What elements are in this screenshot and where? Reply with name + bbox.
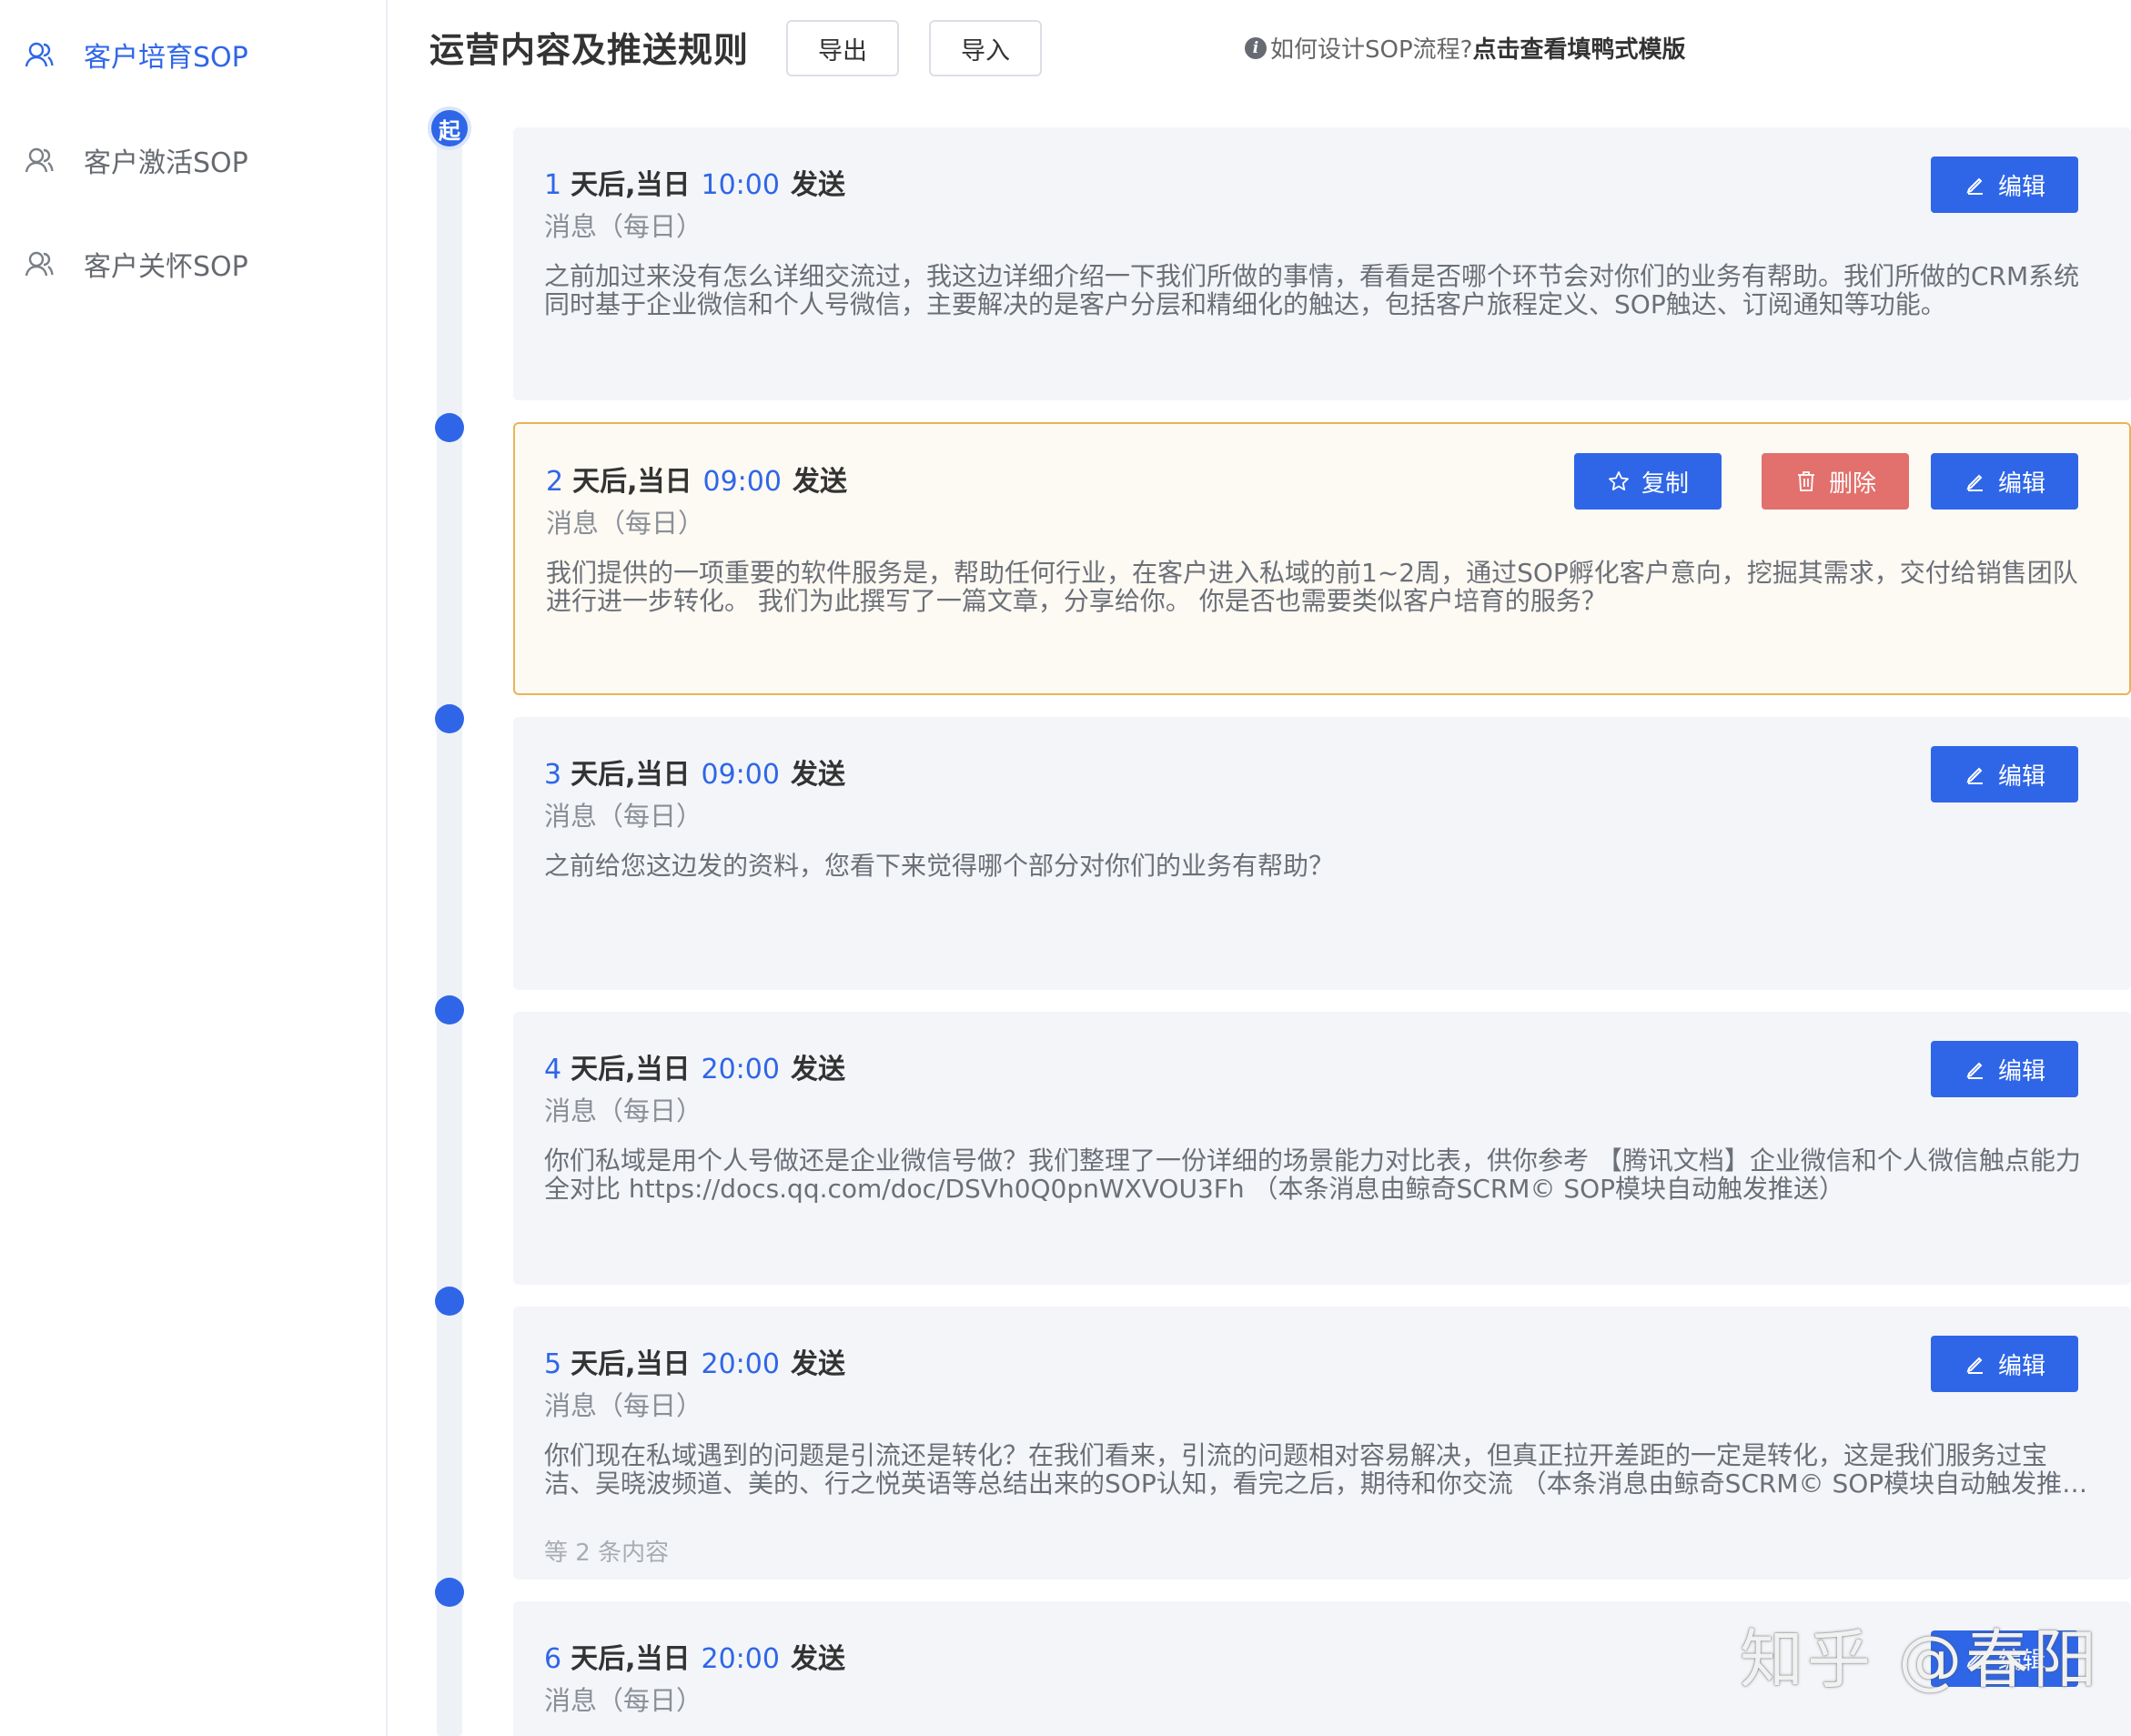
step-message-type: 消息（每日） (544, 211, 703, 242)
timeline-dot (435, 995, 464, 1024)
step-time: 09:00 (701, 759, 780, 791)
page-title: 运营内容及推送规则 (429, 30, 750, 70)
pencil-icon (1964, 469, 1987, 493)
sidebar-item-nurture-sop[interactable]: 客户培育SOP (22, 27, 248, 82)
step-time: 09:00 (702, 466, 782, 498)
step-send-text: 发送 (790, 1054, 845, 1085)
export-button[interactable]: 导出 (786, 20, 899, 76)
step-message-type: 消息（每日） (544, 1095, 703, 1126)
step-content: 你们私域是用个人号做还是企业微信号做？我们整理了一份详细的场景能力对比表，供你参… (544, 1146, 2081, 1203)
import-button[interactable]: 导入 (929, 20, 1042, 76)
delete-button[interactable]: 删除 (1762, 453, 1909, 510)
edit-button[interactable]: 编辑 (1931, 1336, 2078, 1392)
step-day-text: 天后,当日 (571, 1348, 691, 1380)
watermark: 知乎 @春阳 (1740, 1622, 2101, 1697)
trash-icon (1794, 469, 1818, 493)
users-icon (22, 143, 56, 177)
step-schedule: 4 天后,当日 20:00 发送 (544, 1046, 845, 1086)
step-day-text: 天后,当日 (571, 1643, 691, 1675)
hint-text: 如何设计SOP流程? (1270, 36, 1473, 64)
step-day-text: 天后,当日 (571, 759, 691, 791)
step-content: 之前给您这边发的资料，您看下来觉得哪个部分对你们的业务有帮助？ (544, 852, 1335, 880)
sidebar-item-care-sop[interactable]: 客户关怀SOP (22, 237, 248, 291)
step-message-type: 消息（每日） (546, 508, 705, 539)
step-time: 20:00 (701, 1348, 780, 1380)
edit-button-label: 编辑 (1997, 469, 2045, 498)
step-send-text: 发送 (790, 759, 845, 791)
step-schedule: 5 天后,当日 20:00 发送 (544, 1341, 845, 1381)
pencil-icon (1964, 1057, 1987, 1081)
step-time: 10:00 (701, 169, 780, 201)
step-day-number: 5 (544, 1348, 562, 1380)
timeline-dot (435, 704, 464, 733)
step-day-number: 3 (544, 759, 562, 791)
step-day-number: 2 (546, 466, 564, 498)
step-day-text: 天后,当日 (571, 169, 691, 201)
help-hint: i 如何设计SOP流程? 点击查看填鸭式模版 (1245, 31, 1685, 65)
sidebar-item-label: 客户激活SOP (84, 147, 248, 179)
step-send-text: 发送 (792, 466, 847, 498)
timeline-dot (435, 413, 464, 442)
step-day-text: 天后,当日 (571, 1054, 691, 1085)
users-icon (22, 37, 56, 72)
more-items-count[interactable]: 等 2 条内容 (544, 1534, 669, 1568)
copy-button[interactable]: 复制 (1574, 453, 1722, 510)
step-message-type: 消息（每日） (544, 801, 703, 832)
edit-button-label: 编辑 (1997, 1057, 2045, 1085)
sop-step-card[interactable]: 3 天后,当日 09:00 发送 消息（每日） 之前给您这边发的资料，您看下来觉… (513, 717, 2131, 990)
step-schedule: 3 天后,当日 09:00 发送 (544, 752, 845, 792)
pencil-icon (1964, 1352, 1987, 1376)
step-send-text: 发送 (790, 169, 845, 201)
edit-button-label: 编辑 (1997, 1352, 2045, 1380)
sidebar-item-activate-sop[interactable]: 客户激活SOP (22, 133, 248, 187)
step-content: 我们提供的一项重要的软件服务是，帮助任何行业，在客户进入私域的前1~2周，通过S… (546, 559, 2078, 615)
pencil-icon (1964, 762, 1987, 786)
step-message-type: 消息（每日） (544, 1685, 703, 1716)
edit-button[interactable]: 编辑 (1931, 1041, 2078, 1097)
sop-step-card[interactable]: 5 天后,当日 20:00 发送 消息（每日） 你们现在私域遇到的问题是引流还是… (513, 1307, 2131, 1580)
star-icon (1607, 469, 1631, 493)
edit-button[interactable]: 编辑 (1931, 156, 2078, 213)
step-day-number: 6 (544, 1643, 562, 1675)
edit-button-label: 编辑 (1997, 762, 2045, 791)
copy-button-label: 复制 (1641, 469, 1689, 498)
users-icon (22, 247, 56, 281)
step-day-number: 4 (544, 1054, 562, 1085)
sidebar-item-label: 客户关怀SOP (84, 251, 248, 283)
sop-step-card[interactable]: 1 天后,当日 10:00 发送 消息（每日） 之前加过来没有怎么详细交流过，我… (513, 127, 2131, 400)
delete-button-label: 删除 (1828, 469, 1876, 498)
step-schedule: 2 天后,当日 09:00 发送 (546, 459, 847, 499)
sop-step-card-selected[interactable]: 2 天后,当日 09:00 发送 消息（每日） 我们提供的一项重要的软件服务是，… (513, 422, 2131, 695)
edit-button-label: 编辑 (1997, 173, 2045, 201)
step-schedule: 1 天后,当日 10:00 发送 (544, 162, 845, 202)
sidebar: 客户培育SOP 客户激活SOP 客户关怀SOP (0, 0, 388, 1736)
step-message-type: 消息（每日） (544, 1390, 703, 1421)
timeline-dot (435, 1287, 464, 1316)
pencil-icon (1964, 173, 1987, 197)
step-day-number: 1 (544, 169, 562, 201)
sop-step-card[interactable]: 4 天后,当日 20:00 发送 消息（每日） 你们私域是用个人号做还是企业微信… (513, 1012, 2131, 1285)
step-day-text: 天后,当日 (572, 466, 692, 498)
step-time: 20:00 (701, 1054, 780, 1085)
step-time: 20:00 (701, 1643, 780, 1675)
step-send-text: 发送 (790, 1643, 845, 1675)
step-send-text: 发送 (790, 1348, 845, 1380)
step-schedule: 6 天后,当日 20:00 发送 (544, 1636, 845, 1676)
step-content: 你们现在私域遇到的问题是引流还是转化？在我们看来，引流的问题相对容易解决，但真正… (544, 1441, 2063, 1498)
info-icon: i (1245, 36, 1267, 59)
template-link[interactable]: 点击查看填鸭式模版 (1472, 31, 1685, 65)
timeline-track (437, 109, 462, 1736)
timeline-dot (435, 1578, 464, 1607)
step-content: 之前加过来没有怎么详细交流过，我这边详细介绍一下我们所做的事情，看看是否哪个环节… (544, 262, 2080, 318)
edit-button[interactable]: 编辑 (1931, 746, 2078, 802)
timeline-start-marker: 起 (428, 106, 471, 150)
edit-button[interactable]: 编辑 (1931, 453, 2078, 510)
sidebar-item-label: 客户培育SOP (84, 42, 248, 74)
